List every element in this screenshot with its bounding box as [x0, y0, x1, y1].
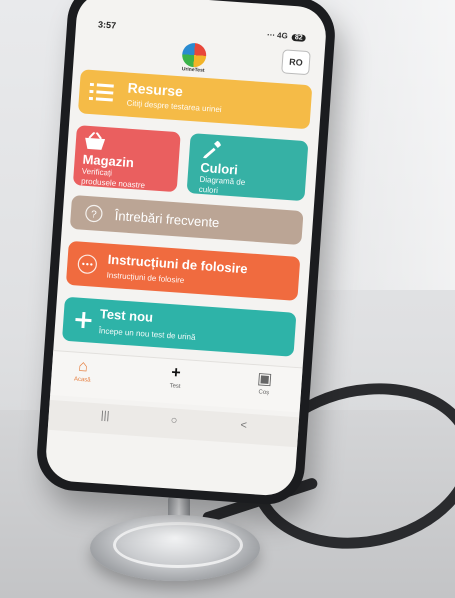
test-nou-subtitle: Începe un nou test de urină: [98, 326, 196, 342]
plus-icon: +: [170, 364, 182, 382]
more-circle-icon: [77, 254, 97, 274]
basket-icon: [85, 131, 106, 150]
nav-cart[interactable]: ▣ Coș: [239, 368, 291, 397]
nav-cart-label: Coș: [258, 389, 270, 397]
nav-test-label: Test: [169, 383, 181, 390]
resurse-title: Resurse: [127, 79, 184, 100]
test-nou-title: Test nou: [99, 306, 154, 325]
test-nou-card[interactable]: Test nou Începe un nou test de urină: [61, 296, 297, 357]
plus-icon: [75, 311, 92, 329]
svg-text:?: ?: [91, 209, 98, 220]
faq-card[interactable]: ? Întrebări frecvente: [69, 194, 304, 246]
instructiuni-subtitle: Instrucțiuni de folosire: [106, 270, 185, 285]
home-icon: ⌂: [77, 357, 89, 376]
app-logo: [181, 42, 208, 68]
app-logo-text: UrineTest: [181, 66, 205, 74]
status-icons: ⋯ 4G 82: [267, 30, 306, 42]
language-button[interactable]: RO: [281, 49, 311, 76]
culori-card[interactable]: Culori Diagramă de culori: [186, 133, 309, 202]
question-circle-icon: ?: [85, 204, 103, 223]
status-time: 3:57: [97, 19, 117, 31]
smartphone: 3:57 ⋯ 4G 82 UrineTest RO Resurse Citiți…: [34, 0, 338, 507]
back-button[interactable]: <: [240, 419, 247, 431]
culori-subtitle-line2: culori: [198, 184, 219, 196]
faq-title: Întrebări frecvente: [114, 207, 220, 231]
status-bar: 3:57 ⋯ 4G 82: [77, 0, 328, 42]
nav-home-label: Acasă: [73, 376, 91, 384]
magazin-subtitle-line2: produsele noastre: [80, 176, 146, 190]
dropper-icon: [203, 140, 221, 159]
home-button[interactable]: ○: [170, 414, 177, 426]
nav-home[interactable]: ⌂ Acasă: [57, 355, 109, 384]
resurse-subtitle: Citiți despre testarea urinei: [126, 98, 222, 115]
battery-icon: 82: [291, 33, 306, 42]
magazin-card[interactable]: Magazin Verificați produsele noastre: [72, 125, 181, 193]
stethoscope-chestpiece-ring: [113, 522, 243, 568]
phone-screen: 3:57 ⋯ 4G 82 UrineTest RO Resurse Citiți…: [44, 0, 328, 498]
signal-icon: ⋯ 4G: [266, 30, 289, 41]
list-icon: [88, 82, 114, 102]
cart-icon: ▣: [256, 370, 273, 389]
recent-apps-button[interactable]: |||: [100, 409, 109, 422]
nav-test[interactable]: + Test: [150, 362, 202, 391]
instructiuni-card[interactable]: Instrucțiuni de folosire Instrucțiuni de…: [65, 240, 301, 301]
